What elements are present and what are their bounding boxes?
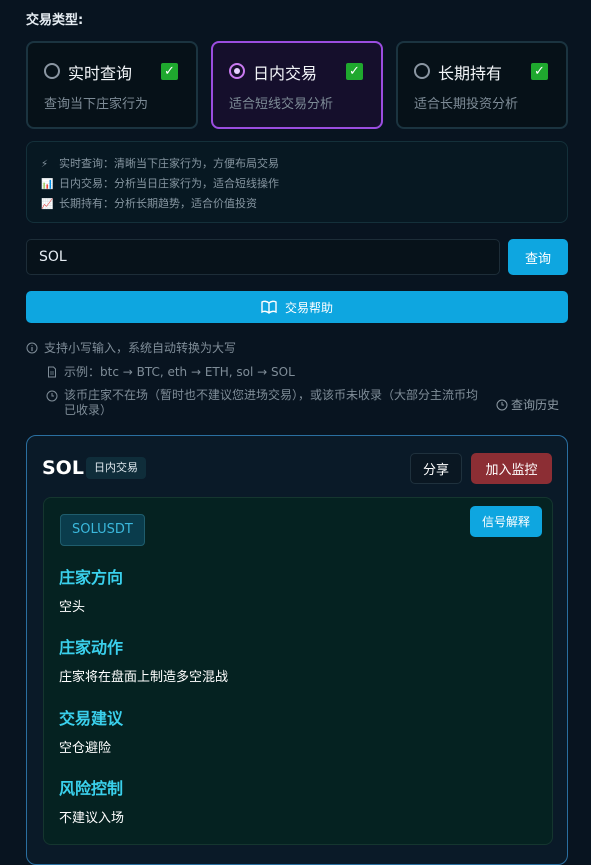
section-body-action: 庄家将在盘面上制造多空混战 [59,670,229,685]
clock-icon [496,399,508,411]
help-label: 交易帮助 [284,300,333,315]
checkbox-checked-icon[interactable]: ✓ [346,63,363,80]
trade-type-realtime[interactable]: 实时查询 ✓ 查询当下庄家行为 [26,41,198,129]
trend-chart-icon: 📈 [41,199,54,210]
signal-explain-button[interactable]: 信号解释 [470,506,542,537]
trade-type-title: 长期持有 [438,64,503,83]
hint-text: 该币庄家不在场（暂时也不建议您进场交易），或该币未收录（大部分主流币均 [64,388,479,402]
trade-type-intraday[interactable]: 日内交易 ✓ 适合短线交易分析 [211,41,383,129]
bar-chart-icon: 📊 [41,179,54,190]
query-history-link[interactable]: 查询历史 [496,396,559,413]
trade-type-desc: 适合短线交易分析 [229,97,334,112]
info-line-longterm: 📈 长期持有：分析长期趋势，适合价值投资 [41,195,257,211]
trade-type-desc: 适合长期投资分析 [414,97,519,112]
trade-type-info-box: ⚡ 实时查询：清晰当下庄家行为，方便布局交易 📊 日内交易：分析当日庄家行为，适合短… [26,141,568,223]
document-icon [48,366,56,378]
section-title-action: 庄家动作 [59,638,124,657]
info-text: 日内交易：分析当日庄家行为，适合短线操作 [59,177,279,190]
section-body-risk: 不建议入场 [59,811,125,826]
radio-icon[interactable] [414,63,430,79]
info-line-intraday: 📊 日内交易：分析当日庄家行为，适合短线操作 [41,175,279,191]
hint-lowercase: 支持小写输入，系统自动转换为大写 [26,339,236,356]
book-icon [261,300,277,314]
section-title-risk: 风险控制 [59,779,124,798]
coin-name: SOL [42,457,84,479]
radio-icon[interactable] [44,63,60,79]
hint-text: 示例：btc → BTC, eth → ETH, sol → SOL [64,365,295,379]
checkbox-checked-icon[interactable]: ✓ [531,63,548,80]
hint-text: 支持小写输入，系统自动转换为大写 [44,341,237,355]
result-panel: SOL 日内交易 分享 加入监控 SOLUSDT 信号解释 庄家方向 空头 庄家… [26,435,568,865]
radio-selected-icon[interactable] [229,63,245,79]
trade-type-title: 实时查询 [68,64,133,83]
trade-type-label: 交易类型: [26,13,84,28]
section-body-advice: 空仓避险 [59,741,112,756]
info-text: 实时查询：清晰当下庄家行为，方便布局交易 [59,157,279,170]
info-icon [26,342,38,354]
section-body-direction: 空头 [59,600,86,615]
info-text: 长期持有：分析长期趋势，适合价值投资 [59,197,257,210]
history-label: 查询历史 [511,398,560,412]
trade-type-tag: 日内交易 [86,457,146,479]
share-button[interactable]: 分享 [410,453,462,484]
hint-warning: 该币庄家不在场（暂时也不建议您进场交易），或该币未收录（大部分主流币均 已收录） [46,388,496,418]
trade-help-button[interactable]: 交易帮助 [26,291,568,323]
section-title-direction: 庄家方向 [59,568,124,587]
checkbox-checked-icon[interactable]: ✓ [161,63,178,80]
clock-icon [46,390,58,402]
trade-type-desc: 查询当下庄家行为 [44,97,149,112]
trade-type-longterm[interactable]: 长期持有 ✓ 适合长期投资分析 [396,41,568,129]
info-line-realtime: ⚡ 实时查询：清晰当下庄家行为，方便布局交易 [41,155,279,171]
lightning-icon: ⚡ [41,159,49,170]
add-monitor-button[interactable]: 加入监控 [471,453,552,484]
signal-box: SOLUSDT 信号解释 庄家方向 空头 庄家动作 庄家将在盘面上制造多空混战 … [43,497,553,845]
trade-type-title: 日内交易 [253,64,318,83]
section-title-advice: 交易建议 [59,709,124,728]
hint-text: 已收录） [64,403,113,417]
pair-tag: SOLUSDT [60,514,145,546]
coin-search-input[interactable] [26,239,500,275]
hint-example: 示例：btc → BTC, eth → ETH, sol → SOL [46,363,295,380]
query-button[interactable]: 查询 [508,239,568,275]
